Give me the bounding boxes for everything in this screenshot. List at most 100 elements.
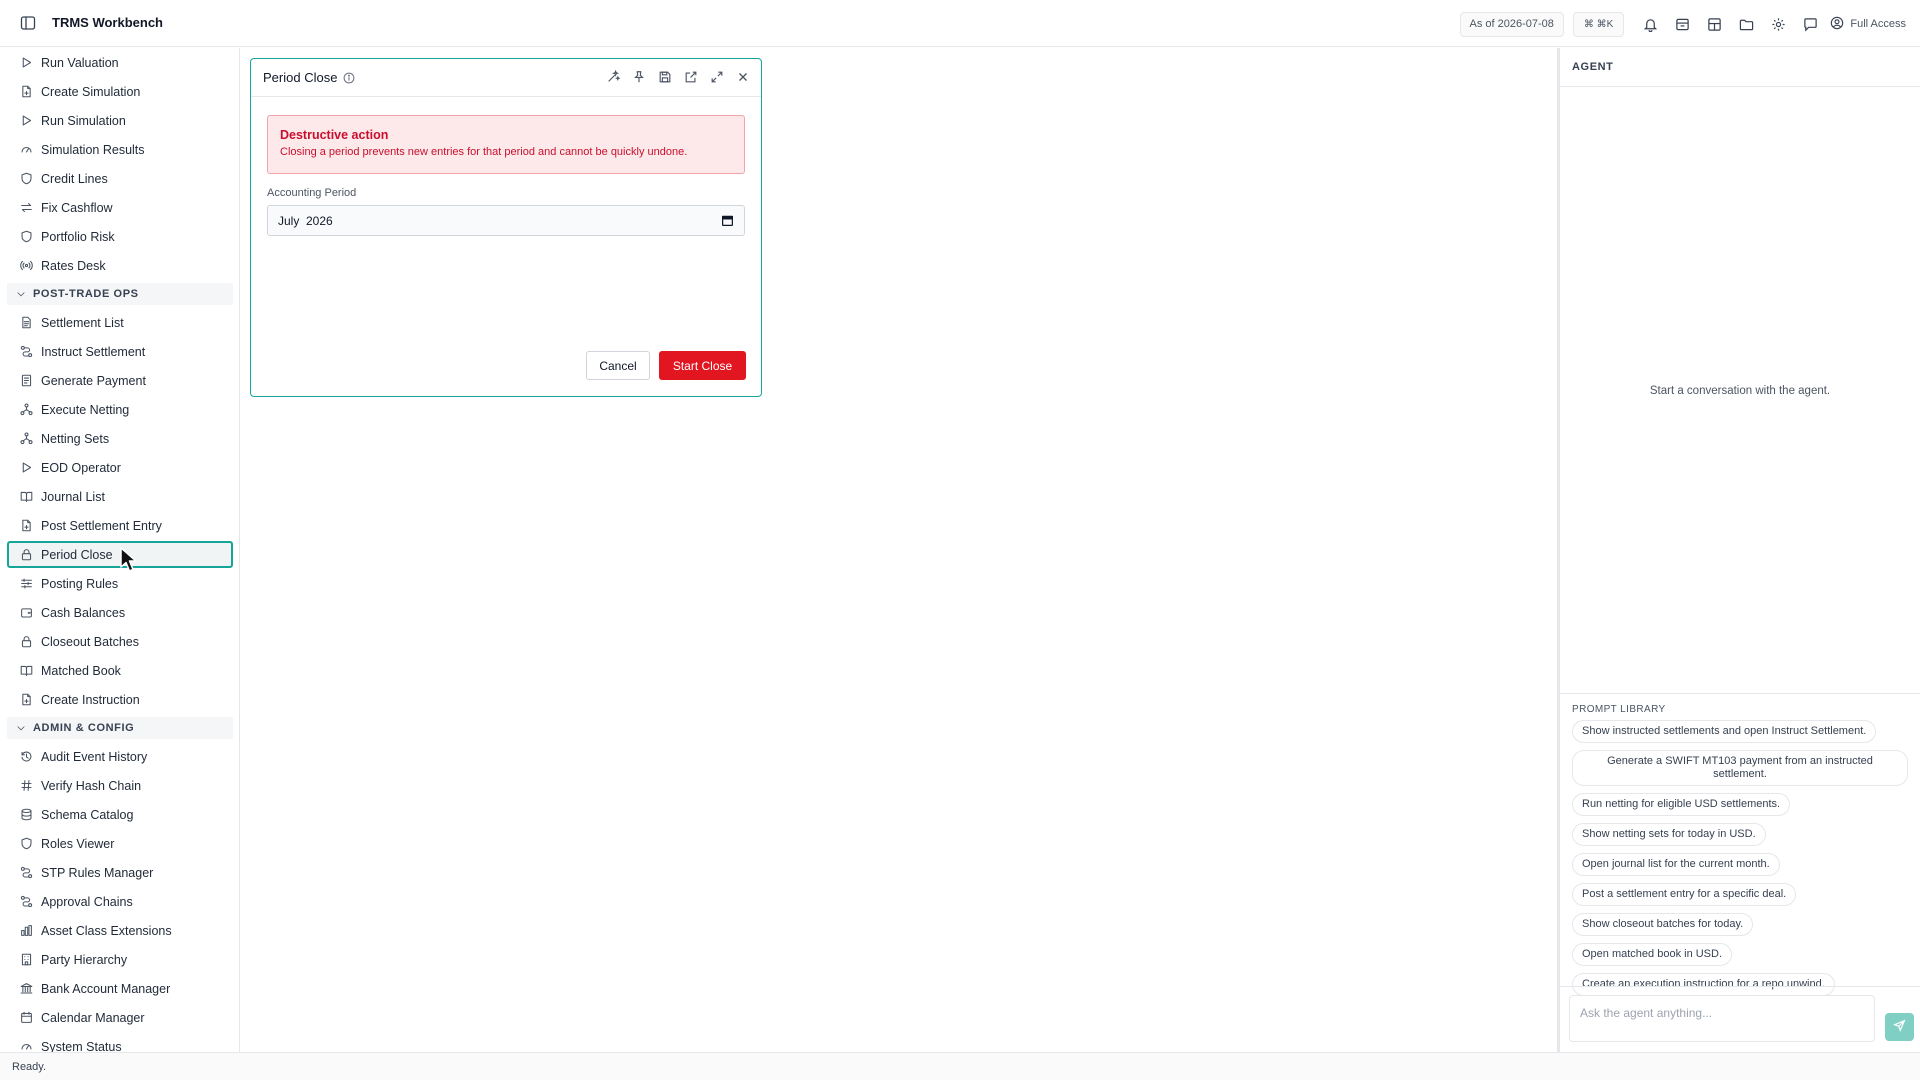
sidebar-item-label: Rates Desk xyxy=(41,258,106,273)
sidebar-item-generate-payment[interactable]: Generate Payment xyxy=(7,367,233,394)
calendar-icon[interactable] xyxy=(721,214,734,227)
prompt-chip[interactable]: Show instructed settlements and open Ins… xyxy=(1572,720,1877,743)
sidebar-item-label: Journal List xyxy=(41,489,105,504)
accounting-period-input[interactable]: July 2026 xyxy=(267,205,745,236)
sidebar-item-party-hierarchy[interactable]: Party Hierarchy xyxy=(7,946,233,973)
sidebar-item-posting-rules[interactable]: Posting Rules xyxy=(7,570,233,597)
sidebar-item-label: Asset Class Extensions xyxy=(41,923,172,938)
sidebar-section-label: POST-TRADE OPS xyxy=(33,288,139,300)
access-level-indicator[interactable]: Full Access xyxy=(1830,16,1906,33)
bell-icon[interactable] xyxy=(1634,11,1666,37)
sidebar-item-settlement-list[interactable]: Settlement List xyxy=(7,309,233,336)
lock-icon xyxy=(20,548,41,561)
sidebar-item-label: Approval Chains xyxy=(41,894,133,909)
sidebar-item-label: Posting Rules xyxy=(41,576,119,591)
prompt-chip[interactable]: Open journal list for the current month. xyxy=(1572,853,1780,876)
sidebar-item-schema-catalog[interactable]: Schema Catalog xyxy=(7,801,233,828)
agent-input[interactable] xyxy=(1569,995,1875,1042)
sidebar-item-approval-chains[interactable]: Approval Chains xyxy=(7,888,233,915)
broadcast-icon xyxy=(20,259,41,272)
sidebar-item-label: Credit Lines xyxy=(41,171,108,186)
top-bar: TRMS Workbench As of 2026-07-08 ⌘ ⌘K Ful… xyxy=(0,0,1920,47)
sidebar-item-label: Post Settlement Entry xyxy=(41,518,162,533)
start-close-button[interactable]: Start Close xyxy=(659,351,746,380)
sidebar-item-netting-sets[interactable]: Netting Sets xyxy=(7,425,233,452)
cancel-button[interactable]: Cancel xyxy=(586,351,650,380)
sidebar-item-matched-book[interactable]: Matched Book xyxy=(7,657,233,684)
send-button[interactable] xyxy=(1885,1013,1914,1041)
sidebar-section-admin-and-config[interactable]: ADMIN & CONFIG xyxy=(7,717,233,739)
sidebar-item-post-settlement-entry[interactable]: Post Settlement Entry xyxy=(7,512,233,539)
sidebar-item-audit-event-history[interactable]: Audit Event History xyxy=(7,743,233,770)
prompt-chip[interactable]: Open matched book in USD. xyxy=(1572,943,1733,966)
sidebar-item-execute-netting[interactable]: Execute Netting xyxy=(7,396,233,423)
layout-icon[interactable] xyxy=(1698,11,1730,37)
sidebar-item-system-status[interactable]: System Status xyxy=(7,1033,233,1052)
sidebar-item-rates-desk[interactable]: Rates Desk xyxy=(7,252,233,279)
sidebar-item-roles-viewer[interactable]: Roles Viewer xyxy=(7,830,233,857)
archive-icon[interactable] xyxy=(1666,11,1698,37)
prompt-chip[interactable]: Run netting for eligible USD settlements… xyxy=(1572,793,1791,816)
sidebar-item-simulation-results[interactable]: Simulation Results xyxy=(7,136,233,163)
sidebar-item-journal-list[interactable]: Journal List xyxy=(7,483,233,510)
agent-empty-state: Start a conversation with the agent. xyxy=(1649,385,1831,397)
sidebar-item-run-valuation[interactable]: Run Valuation xyxy=(7,49,233,76)
period-close-panel: Period Close Destructive action Closing … xyxy=(250,58,762,397)
sidebar-item-bank-account-manager[interactable]: Bank Account Manager xyxy=(7,975,233,1002)
prompt-chip[interactable]: Generate a SWIFT MT103 payment from an i… xyxy=(1572,750,1908,786)
sparkles-icon[interactable] xyxy=(605,69,621,85)
alert-title: Destructive action xyxy=(280,128,389,142)
close-icon[interactable] xyxy=(735,69,751,85)
access-level-label: Full Access xyxy=(1850,18,1906,30)
info-icon[interactable] xyxy=(343,72,355,84)
accounting-period-label: Accounting Period xyxy=(267,187,357,199)
building-icon xyxy=(20,953,41,966)
sidebar-item-create-instruction[interactable]: Create Instruction xyxy=(7,686,233,713)
play-icon xyxy=(20,461,41,474)
send-icon xyxy=(1893,1019,1906,1035)
sidebar-item-run-simulation[interactable]: Run Simulation xyxy=(7,107,233,134)
sidebar-item-create-simulation[interactable]: Create Simulation xyxy=(7,78,233,105)
top-bar-actions: As of 2026-07-08 ⌘ ⌘K Full Access xyxy=(1459,11,1906,37)
sidebar-item-period-close[interactable]: Period Close xyxy=(7,541,233,568)
sidebar-item-calendar-manager[interactable]: Calendar Manager xyxy=(7,1004,233,1031)
sidebar-item-closeout-batches[interactable]: Closeout Batches xyxy=(7,628,233,655)
save-icon[interactable] xyxy=(657,69,673,85)
command-palette-shortcut[interactable]: ⌘ ⌘K xyxy=(1572,11,1625,37)
folder-icon[interactable] xyxy=(1730,11,1762,37)
prompt-chip[interactable]: Show closeout batches for today. xyxy=(1572,913,1754,936)
file-plus-icon xyxy=(20,519,41,532)
chat-icon[interactable] xyxy=(1794,11,1826,37)
play-icon xyxy=(20,56,41,69)
sidebar-item-portfolio-risk[interactable]: Portfolio Risk xyxy=(7,223,233,250)
prompt-chip[interactable]: Post a settlement entry for a specific d… xyxy=(1572,883,1797,906)
prompt-library: PROMPT LIBRARY Show instructed settlemen… xyxy=(1560,693,1920,1003)
gear-icon[interactable] xyxy=(1762,11,1794,37)
sidebar-item-fix-cashflow[interactable]: Fix Cashflow xyxy=(7,194,233,221)
sidebar-item-credit-lines[interactable]: Credit Lines xyxy=(7,165,233,192)
sidebar-item-verify-hash-chain[interactable]: Verify Hash Chain xyxy=(7,772,233,799)
sidebar-item-instruct-settlement[interactable]: Instruct Settlement xyxy=(7,338,233,365)
sidebar-item-label: Generate Payment xyxy=(41,373,146,388)
sidebar-item-cash-balances[interactable]: Cash Balances xyxy=(7,599,233,626)
external-link-icon[interactable] xyxy=(683,69,699,85)
prompt-chip[interactable]: Show netting sets for today in USD. xyxy=(1572,823,1766,846)
chart-icon xyxy=(20,924,41,937)
sidebar-toggle-icon[interactable] xyxy=(19,14,37,32)
pin-icon[interactable] xyxy=(631,69,647,85)
accounting-period-value: July 2026 xyxy=(278,213,333,228)
sidebar-section-post-trade-ops[interactable]: POST-TRADE OPS xyxy=(7,283,233,305)
destructive-action-alert: Destructive action Closing a period prev… xyxy=(267,115,745,174)
maximize-icon[interactable] xyxy=(709,69,725,85)
route-icon xyxy=(20,895,41,908)
as-of-date-badge[interactable]: As of 2026-07-08 xyxy=(1459,11,1564,37)
panel-header: Period Close xyxy=(251,59,761,97)
sidebar-item-asset-class-extensions[interactable]: Asset Class Extensions xyxy=(7,917,233,944)
sidebar-item-label: Simulation Results xyxy=(41,142,145,157)
bank-icon xyxy=(20,982,41,995)
app-title: TRMS Workbench xyxy=(52,15,163,30)
status-bar: Ready. xyxy=(0,1052,1920,1080)
alert-text: Closing a period prevents new entries fo… xyxy=(280,146,688,158)
sidebar-item-stp-rules-manager[interactable]: STP Rules Manager xyxy=(7,859,233,886)
sidebar-item-eod-operator[interactable]: EOD Operator xyxy=(7,454,233,481)
